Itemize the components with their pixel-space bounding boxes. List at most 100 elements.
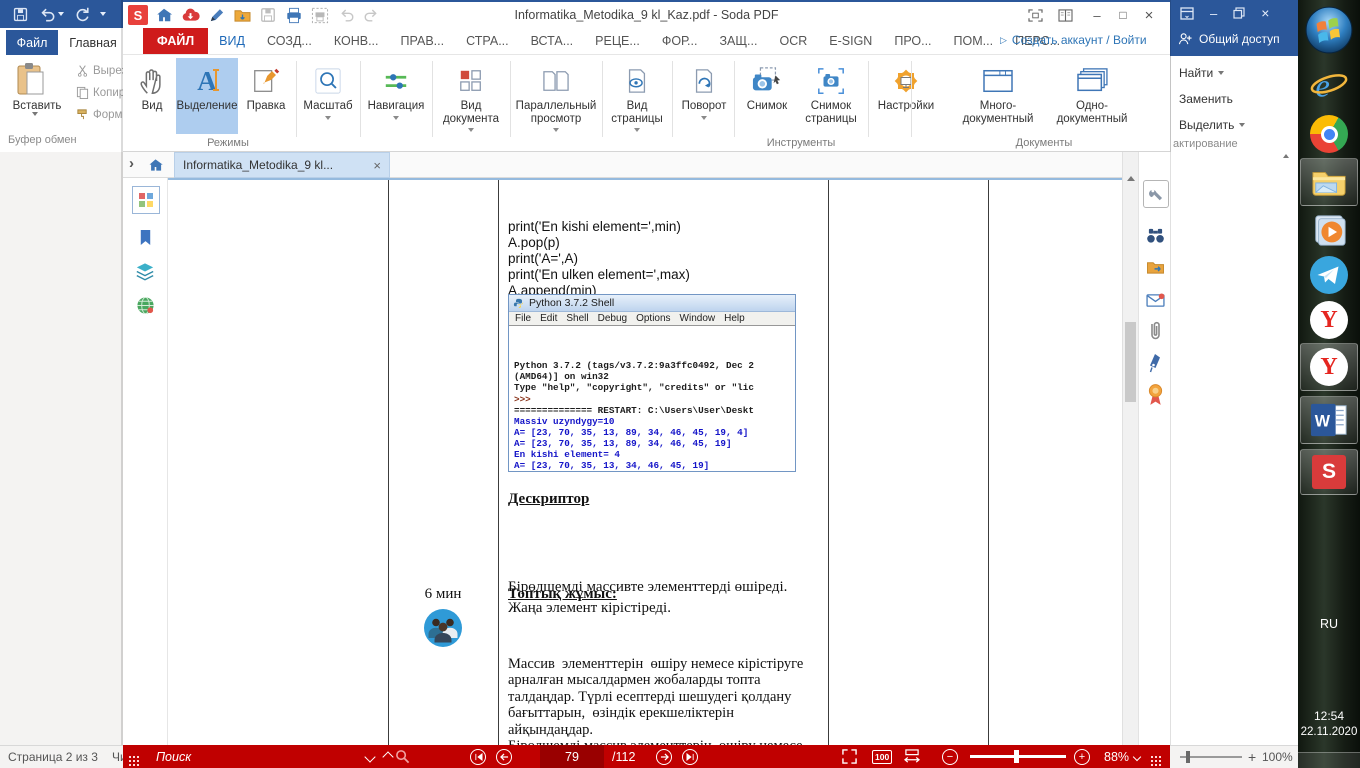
ribbon-tab[interactable]: ВИД — [208, 28, 256, 54]
ribbon-tab[interactable]: КОНВ... — [323, 28, 390, 54]
single-document-button[interactable]: Одно-документный — [1047, 58, 1137, 134]
find-button[interactable]: Найти — [1179, 66, 1224, 80]
minimize-button[interactable]: – — [1085, 4, 1109, 26]
redo-button[interactable] — [74, 6, 90, 22]
ribbon-tab[interactable]: ЗАЩ... — [708, 28, 768, 54]
attachments-panel-button[interactable] — [132, 292, 158, 318]
replace-button[interactable]: Заменить — [1179, 92, 1233, 106]
bookmarks-panel-button[interactable] — [132, 224, 158, 250]
word-count-label[interactable]: Чи — [112, 750, 123, 764]
current-page-input[interactable]: 79 — [540, 745, 604, 768]
fullscreen-icon[interactable] — [1023, 4, 1047, 26]
tools-wrench-button[interactable] — [1143, 180, 1169, 208]
ribbon-tab[interactable]: ФАЙЛ — [143, 28, 208, 54]
email-button[interactable] — [1143, 287, 1167, 313]
ribbon-tab[interactable]: E-SIGN — [818, 28, 883, 54]
zoom-dropdown-caret-icon[interactable] — [325, 116, 331, 120]
search-next-chevron-icon[interactable] — [382, 751, 393, 762]
parallel-view-dropdown-caret-icon[interactable] — [553, 128, 559, 132]
save-disabled-icon[interactable] — [258, 5, 278, 25]
print-area-icon[interactable] — [310, 5, 330, 25]
selection-mode-button[interactable]: A Выделение — [176, 58, 238, 134]
sign-pen-button[interactable] — [1143, 350, 1167, 376]
document-tab-close-icon[interactable]: × — [373, 158, 381, 173]
collapse-ribbon-caret-icon[interactable] — [1283, 140, 1289, 158]
document-scrollbar[interactable] — [1122, 152, 1138, 745]
internet-explorer-icon[interactable]: e — [1298, 64, 1360, 108]
cloud-upload-icon[interactable] — [180, 5, 200, 25]
cut-button[interactable]: Вырезать — [76, 64, 123, 77]
soda-pdf-taskbar-button[interactable]: S — [1300, 449, 1358, 495]
redo-disabled-icon[interactable] — [361, 5, 381, 25]
word-taskbar-button[interactable]: W — [1300, 396, 1358, 444]
background-zoom-thumb[interactable] — [1186, 751, 1190, 763]
explorer-taskbar-button[interactable] — [1300, 158, 1358, 206]
background-tab-home[interactable]: Главная — [62, 30, 124, 55]
multi-document-button[interactable]: Много-документный — [953, 58, 1043, 134]
print-icon[interactable] — [284, 5, 304, 25]
view-mode-button[interactable]: Вид — [130, 58, 174, 134]
search-input[interactable]: Поиск — [156, 745, 191, 768]
first-page-button[interactable] — [470, 745, 486, 768]
ribbon-tab[interactable]: ПОМ... — [943, 28, 1005, 54]
account-login-link[interactable]: ▷ Создать аккаунт / Войти — [1000, 33, 1147, 47]
paste-button[interactable] — [14, 62, 48, 98]
ribbon-tab[interactable]: OCR — [768, 28, 818, 54]
yandex-browser-taskbar-button[interactable]: Y — [1300, 343, 1358, 391]
navigation-dropdown-caret-icon[interactable] — [393, 116, 399, 120]
search-magnifier-icon[interactable] — [395, 745, 410, 768]
ribbon-tab[interactable]: СОЗД... — [256, 28, 323, 54]
undo-disabled-icon[interactable] — [336, 5, 356, 25]
media-player-icon[interactable] — [1298, 210, 1360, 252]
last-page-button[interactable] — [682, 745, 698, 768]
format-painter-button[interactable]: Формат — [76, 108, 123, 121]
navigation-button[interactable]: Навигация — [364, 58, 428, 134]
undo-dropdown-caret-icon[interactable] — [58, 12, 64, 16]
search-prev-chevron-icon[interactable] — [364, 751, 375, 762]
copy-button[interactable]: Копиров — [76, 86, 123, 99]
document-view-dropdown-caret-icon[interactable] — [468, 128, 474, 132]
maximize-button[interactable]: □ — [1111, 4, 1135, 26]
ribbon-tab[interactable]: ПРО... — [883, 28, 942, 54]
page-view-dropdown-caret-icon[interactable] — [634, 128, 640, 132]
background-restore-button[interactable] — [1233, 7, 1245, 19]
layers-panel-button[interactable] — [132, 258, 158, 284]
search-binoculars-button[interactable] — [1143, 222, 1167, 248]
undo-button[interactable] — [39, 7, 64, 22]
paste-dropdown-caret-icon[interactable] — [32, 112, 38, 133]
language-indicator[interactable]: RU — [1298, 614, 1360, 634]
show-desktop-button[interactable] — [1298, 752, 1360, 768]
sidebar-expand-chevron-icon[interactable]: › — [129, 156, 134, 171]
page-snapshot-button[interactable]: Снимок страницы — [798, 58, 864, 134]
rotate-button[interactable]: Поворот — [676, 58, 732, 134]
save-icon[interactable] — [12, 6, 29, 23]
page-view-button[interactable]: Вид страницы — [606, 58, 668, 134]
page-indicator-label[interactable]: Страница 2 из 3 — [8, 750, 98, 764]
parallel-view-button[interactable]: Параллельный просмотр — [514, 58, 598, 134]
fullscreen-view-icon[interactable] — [842, 745, 857, 768]
edit-mode-button[interactable]: Правка — [240, 58, 292, 134]
ribbon-display-options-icon[interactable] — [1180, 7, 1194, 20]
snapshot-button[interactable]: Снимок — [738, 58, 796, 134]
ribbon-tab[interactable]: ФОР... — [651, 28, 709, 54]
ribbon-tab[interactable]: ВСТА... — [520, 28, 585, 54]
rotate-dropdown-caret-icon[interactable] — [701, 116, 707, 120]
next-page-button[interactable] — [656, 745, 672, 768]
zoom-level-dropdown[interactable]: 88% — [1104, 745, 1140, 768]
settings-button[interactable]: Настройки — [873, 58, 939, 134]
ribbon-tab[interactable]: РЕЦЕ... — [584, 28, 651, 54]
background-zoom-in-button[interactable]: + — [1248, 749, 1256, 765]
home-tab-button[interactable] — [140, 154, 170, 176]
select-button[interactable]: Выделить — [1179, 118, 1245, 132]
actual-size-button[interactable]: 100 — [872, 745, 892, 768]
certify-badge-button[interactable] — [1143, 382, 1167, 408]
ribbon-tab[interactable]: ПРАВ... — [390, 28, 456, 54]
pdf-page-viewport[interactable]: print('En kishi element=',min)A.pop(p)pr… — [168, 178, 1122, 745]
background-tab-file[interactable]: Файл — [6, 30, 58, 55]
home-icon[interactable] — [154, 5, 174, 25]
qat-customize-caret-icon[interactable] — [100, 12, 106, 16]
attach-button[interactable] — [1143, 318, 1167, 344]
thumbnails-panel-button[interactable] — [132, 186, 160, 214]
share-button[interactable]: Общий доступ — [1178, 32, 1280, 46]
zoom-in-button[interactable]: + — [1074, 745, 1090, 768]
